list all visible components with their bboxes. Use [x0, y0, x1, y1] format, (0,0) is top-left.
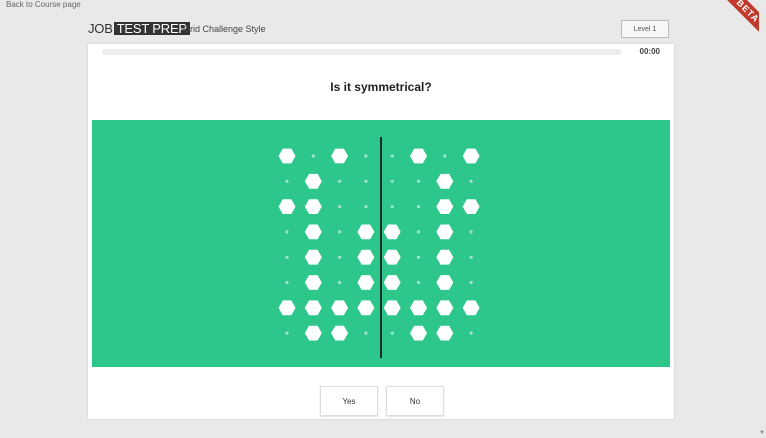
grid-dot: [364, 179, 368, 183]
grid-dot: [311, 154, 315, 158]
grid-figure: [278, 137, 480, 358]
grid-dot: [416, 280, 421, 285]
grid-hexagon: [436, 325, 454, 341]
grid-hexagon: [383, 275, 401, 290]
question-text: Is it symmetrical?: [330, 80, 432, 94]
grid-hexagon: [410, 300, 427, 316]
grid-hexagon: [304, 325, 322, 341]
grid-hexagon: [304, 249, 322, 265]
grid-hexagon: [304, 275, 322, 290]
grid-hexagon: [278, 199, 296, 214]
grid-hexagon: [383, 249, 401, 265]
grid-hexagon: [304, 173, 322, 189]
grid-hexagon: [410, 325, 427, 341]
grid-hexagon: [278, 148, 296, 164]
grid-dot: [338, 230, 342, 234]
grid-dot: [416, 205, 421, 209]
grid-hexagon: [304, 224, 322, 240]
logo: JOB TEST PREP: [88, 20, 190, 36]
grid-hexagon: [357, 224, 375, 240]
grid-hexagon: [462, 300, 480, 316]
yes-button[interactable]: Yes: [320, 386, 378, 416]
grid-dot: [338, 255, 342, 259]
grid-hexagon: [304, 300, 322, 316]
grid-hexagon: [357, 275, 375, 290]
header: JOB TEST PREP Grid Challenge Style Level…: [88, 16, 674, 44]
grid-dot: [469, 230, 473, 234]
question-card: 00:00 Is it symmetrical? Yes No: [88, 44, 674, 419]
grid-hexagon: [383, 300, 401, 316]
grid-dot: [285, 230, 289, 234]
back-to-course-link[interactable]: Back to Course page: [6, 0, 81, 10]
grid-hexagon: [410, 148, 427, 164]
level-button[interactable]: Level 1: [621, 20, 669, 38]
grid-dot: [416, 255, 421, 259]
page-style-title: Grid Challenge Style: [183, 24, 266, 34]
no-button[interactable]: No: [386, 386, 444, 416]
grid-hexagon: [436, 224, 454, 240]
grid-hexagon: [304, 199, 322, 214]
grid-dot: [364, 205, 368, 209]
grid-dot: [416, 230, 421, 234]
grid-hexagon: [383, 224, 401, 240]
grid-dot: [469, 280, 473, 285]
logo-part-job: JOB: [88, 20, 113, 36]
grid-dot: [285, 179, 289, 183]
scrollbar[interactable]: ▼: [759, 0, 766, 438]
answer-buttons: Yes No: [88, 386, 674, 416]
grid-dot: [443, 154, 447, 158]
grid-hexagon: [331, 300, 349, 316]
grid-dot: [416, 179, 421, 183]
grid-dot: [469, 255, 473, 259]
grid-dot: [285, 331, 289, 335]
grid-hexagon: [436, 300, 454, 316]
grid-dot: [338, 205, 342, 209]
grid-hexagon: [462, 199, 480, 214]
grid-dot: [338, 179, 342, 183]
grid-dot: [364, 331, 368, 335]
grid-dot: [390, 205, 394, 209]
grid-dot: [285, 280, 289, 285]
grid-panel: [92, 120, 670, 367]
grid-hexagon: [331, 325, 349, 341]
grid-dot: [390, 179, 394, 183]
grid-dot: [390, 154, 394, 158]
progress-bar: [102, 49, 621, 55]
logo-part-test-prep: TEST PREP: [113, 21, 190, 35]
grid-hexagon: [436, 199, 454, 214]
grid-hexagon: [436, 249, 454, 265]
grid-dot: [338, 280, 342, 285]
scroll-down-icon[interactable]: ▼: [759, 430, 765, 436]
grid-dot: [285, 255, 289, 259]
grid-hexagon: [436, 173, 454, 189]
grid-hexagon: [357, 300, 375, 316]
grid-hexagon: [331, 148, 349, 164]
grid-hexagon: [357, 249, 375, 265]
grid-hexagon: [278, 300, 296, 316]
timer: 00:00: [639, 47, 660, 56]
grid-dot: [469, 179, 473, 183]
grid-dot: [390, 331, 394, 335]
grid-hexagon: [462, 148, 480, 164]
grid-dot: [469, 331, 473, 335]
grid-dot: [364, 154, 368, 158]
grid-hexagon: [436, 275, 454, 290]
